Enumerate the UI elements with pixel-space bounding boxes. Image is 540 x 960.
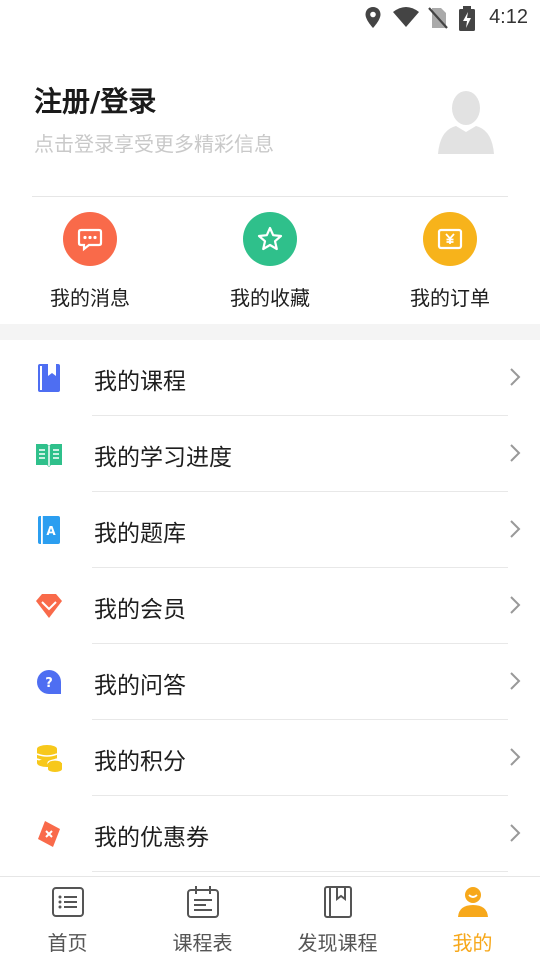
location-icon [365,7,381,28]
menu-item-q-and-a[interactable]: ? 我的问答 [0,644,540,720]
nav-label: 发现课程 [297,931,378,955]
menu-item-membership[interactable]: 我的会员 [0,568,540,644]
my-favorites-button[interactable]: 我的收藏 [200,212,340,311]
my-messages-label: 我的消息 [50,286,130,310]
no-sim-icon [428,7,448,29]
chevron-right-icon [510,748,521,766]
calendar-icon [186,886,219,918]
section-separator [0,324,540,340]
menu-label: 我的题库 [94,521,186,547]
menu-label: 我的会员 [94,597,186,623]
menu-item-coupons[interactable]: 我的优惠券 [0,796,540,872]
menu-label: 我的优惠券 [94,825,209,851]
menu-divider [92,871,508,872]
coins-icon [36,745,63,772]
question-bank-icon: A [38,516,60,544]
nav-discover[interactable]: 发现课程 [270,885,405,956]
wifi-icon [393,7,419,27]
login-register-title[interactable]: 注册/登录 [34,80,156,120]
nav-label: 课程表 [172,931,233,955]
profile-icon [457,887,488,917]
question-bubble-icon: ? [37,670,61,694]
menu-item-question-bank[interactable]: A 我的题库 [0,492,540,568]
home-list-icon [51,887,84,917]
course-book-icon [38,364,60,392]
nav-schedule[interactable]: 课程表 [135,885,270,956]
menu-item-points[interactable]: 我的积分 [0,720,540,796]
coupon-icon [38,821,60,847]
chevron-right-icon [510,444,521,462]
chevron-right-icon [510,672,521,690]
nav-mine[interactable]: 我的 [405,885,540,956]
battery-charging-icon [459,6,475,31]
nav-label: 首页 [47,931,88,955]
bottom-nav: 首页 课程表 发现课程 我的 [0,876,540,960]
menu-item-learning-progress[interactable]: 我的学习进度 [0,416,540,492]
menu-item-my-courses[interactable]: 我的课程 [0,340,540,416]
avatar-placeholder-icon[interactable] [436,86,496,156]
menu-label: 我的学习进度 [94,445,232,471]
login-hint: 点击登录享受更多精彩信息 [34,132,274,156]
diamond-icon [36,594,62,618]
menu-label: 我的问答 [94,673,186,699]
message-icon [63,212,117,266]
menu-list: 我的课程 我的学习进度 A 我的题库 我的会员 ? 我的问答 我的积分 我的优惠… [0,340,540,872]
profile-divider [32,196,508,197]
chevron-right-icon [510,520,521,538]
chevron-right-icon [510,368,521,386]
my-orders-label: 我的订单 [410,286,490,310]
menu-label: 我的积分 [94,749,186,775]
nav-label: 我的 [452,931,493,955]
status-bar: 4:12 [0,0,540,36]
svg-text:A: A [46,524,56,538]
status-time: 4:12 [489,6,528,28]
order-yen-icon [423,212,477,266]
star-icon [243,212,297,266]
discover-book-icon [323,886,352,918]
open-book-icon [36,444,62,467]
svg-text:?: ? [45,676,53,691]
nav-home[interactable]: 首页 [0,885,135,956]
my-favorites-label: 我的收藏 [230,286,310,310]
my-orders-button[interactable]: 我的订单 [380,212,520,311]
chevron-right-icon [510,596,521,614]
chevron-right-icon [510,824,521,842]
menu-label: 我的课程 [94,369,186,395]
my-messages-button[interactable]: 我的消息 [20,212,160,311]
